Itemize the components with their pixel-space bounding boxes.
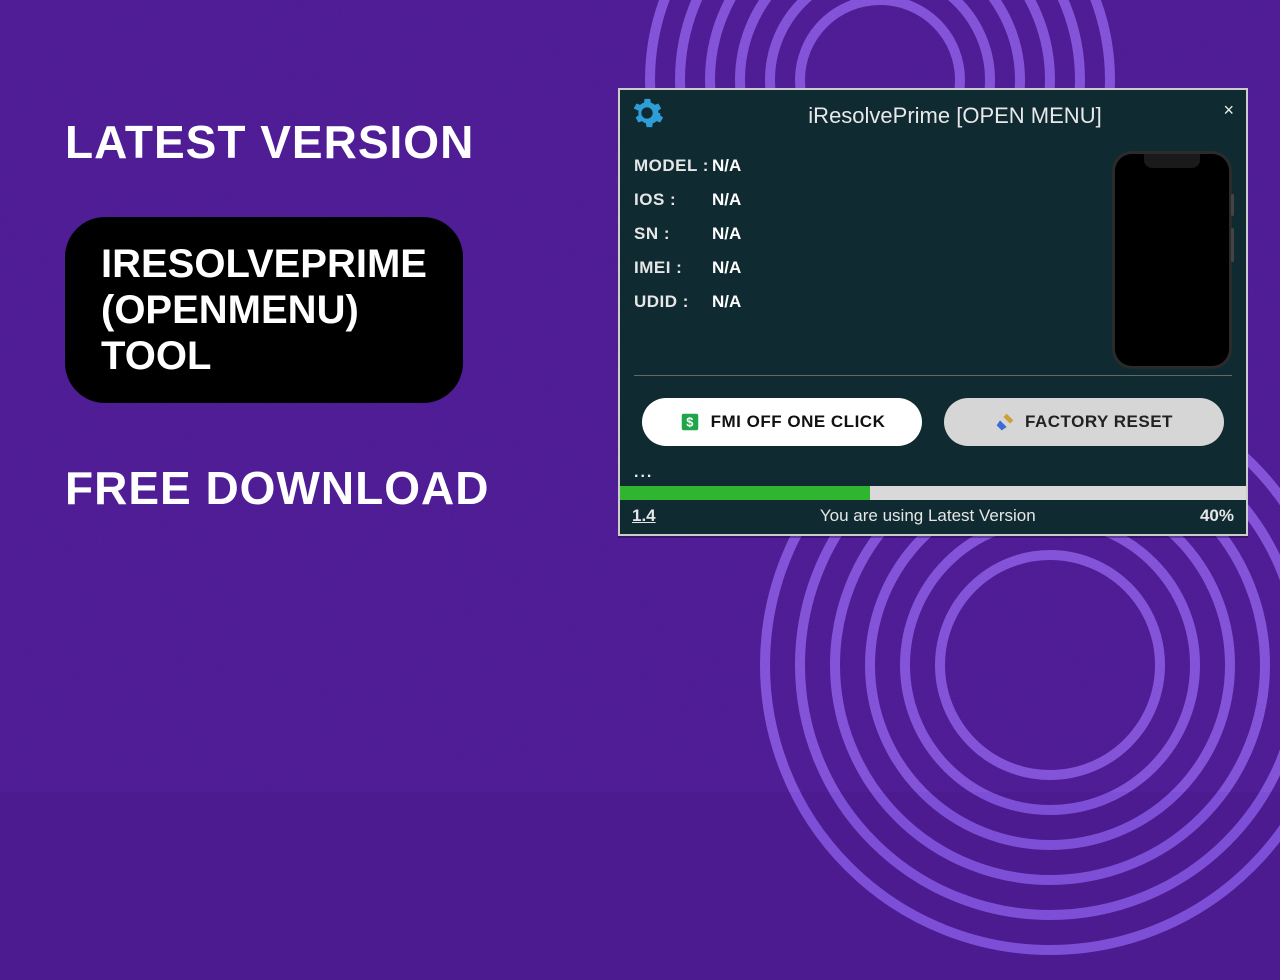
- action-bar: $ FMI OFF ONE CLICK FACTORY RESET: [620, 376, 1246, 464]
- row-sn: SN : N/A: [634, 224, 1098, 244]
- status-ellipsis: ...: [620, 464, 1246, 486]
- value-imei: N/A: [712, 258, 741, 278]
- label-udid: UDID :: [634, 292, 712, 312]
- app-title: iResolvePrime [OPEN MENU]: [674, 103, 1236, 129]
- label-sn: SN :: [634, 224, 712, 244]
- fmi-off-button[interactable]: $ FMI OFF ONE CLICK: [642, 398, 922, 446]
- label-imei: IMEI :: [634, 258, 712, 278]
- gear-icon[interactable]: [630, 96, 664, 135]
- close-icon[interactable]: ×: [1223, 100, 1234, 121]
- titlebar[interactable]: iResolvePrime [OPEN MENU] ×: [620, 90, 1246, 139]
- promo-title-pill: IRESOLVEPRIME (OPENMENU) TOOL: [65, 217, 463, 403]
- row-udid: UDID : N/A: [634, 292, 1098, 312]
- factory-reset-button[interactable]: FACTORY RESET: [944, 398, 1224, 446]
- row-imei: IMEI : N/A: [634, 258, 1098, 278]
- fmi-off-label: FMI OFF ONE CLICK: [711, 412, 886, 432]
- device-image-placeholder: [1112, 151, 1232, 369]
- promo-line-2: (OPENMENU): [101, 287, 427, 333]
- svg-text:$: $: [686, 415, 694, 430]
- value-ios: N/A: [712, 190, 741, 210]
- row-ios: IOS : N/A: [634, 190, 1098, 210]
- promo-line-3: TOOL: [101, 333, 427, 379]
- value-udid: N/A: [712, 292, 741, 312]
- value-model: N/A: [712, 156, 741, 176]
- promo-line-1: IRESOLVEPRIME: [101, 241, 427, 287]
- version-label: 1.4: [632, 506, 656, 526]
- label-ios: IOS :: [634, 190, 712, 210]
- value-sn: N/A: [712, 224, 741, 244]
- promo-block: LATEST VERSION IRESOLVEPRIME (OPENMENU) …: [65, 115, 489, 515]
- progress-percent: 40%: [1200, 506, 1234, 526]
- row-model: MODEL : N/A: [634, 156, 1098, 176]
- promo-header: LATEST VERSION: [65, 115, 489, 169]
- device-info-panel: MODEL : N/A IOS : N/A SN : N/A IMEI : N/…: [634, 149, 1098, 369]
- broom-icon: [995, 412, 1015, 432]
- app-window: iResolvePrime [OPEN MENU] × MODEL : N/A …: [618, 88, 1248, 536]
- progress-bar: [620, 486, 1246, 500]
- factory-reset-label: FACTORY RESET: [1025, 412, 1173, 432]
- status-bar: 1.4 You are using Latest Version 40%: [620, 500, 1246, 534]
- progress-fill: [620, 486, 870, 500]
- label-model: MODEL :: [634, 156, 712, 176]
- dollar-icon: $: [679, 411, 701, 433]
- status-message: You are using Latest Version: [656, 506, 1200, 526]
- promo-subheader: FREE DOWNLOAD: [65, 461, 489, 515]
